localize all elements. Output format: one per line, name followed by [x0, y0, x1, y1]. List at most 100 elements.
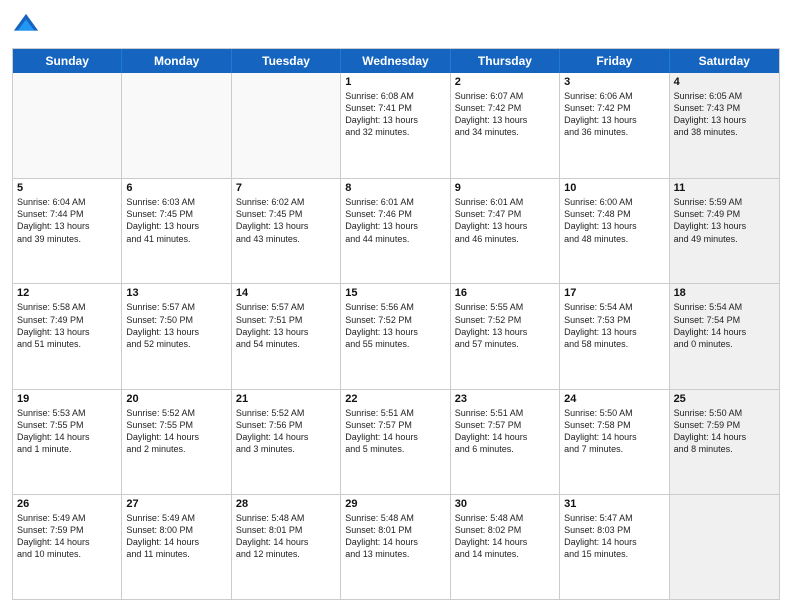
calendar-row-5: 26 Sunrise: 5:49 AM Sunset: 7:59 PM Dayli…	[13, 494, 779, 599]
day-info: Sunrise: 5:57 AM Sunset: 7:51 PM Dayligh…	[236, 301, 336, 350]
day-cell-16: 16 Sunrise: 5:55 AM Sunset: 7:52 PM Dayli…	[451, 284, 560, 388]
calendar-row-2: 5Sunrise: 6:04 AM Sunset: 7:44 PM Daylig…	[13, 178, 779, 283]
day-cell-9: 9 Sunrise: 6:01 AM Sunset: 7:47 PM Daylig…	[451, 179, 560, 283]
day-number: 16	[455, 287, 555, 299]
calendar-row-1: 1 Sunrise: 6:08 AM Sunset: 7:41 PM Daylig…	[13, 73, 779, 178]
weekday-header-tuesday: Tuesday	[232, 49, 341, 73]
calendar-body: 1 Sunrise: 6:08 AM Sunset: 7:41 PM Daylig…	[13, 73, 779, 599]
day-cell-1: 1 Sunrise: 6:08 AM Sunset: 7:41 PM Daylig…	[341, 73, 450, 178]
day-info: Sunrise: 5:57 AM Sunset: 7:50 PM Dayligh…	[126, 301, 226, 350]
weekday-header-friday: Friday	[560, 49, 669, 73]
day-cell-28: 28 Sunrise: 5:48 AM Sunset: 8:01 PM Dayli…	[232, 495, 341, 599]
day-info: Sunrise: 5:52 AM Sunset: 7:56 PM Dayligh…	[236, 407, 336, 456]
day-number: 11	[674, 182, 775, 194]
empty-cell-0-0	[13, 73, 122, 178]
day-info: Sunrise: 6:01 AM Sunset: 7:46 PM Dayligh…	[345, 196, 445, 245]
day-cell-12: 12 Sunrise: 5:58 AM Sunset: 7:49 PM Dayli…	[13, 284, 122, 388]
calendar: SundayMondayTuesdayWednesdayThursdayFrid…	[12, 48, 780, 600]
weekday-header-sunday: Sunday	[13, 49, 122, 73]
day-number: 4	[674, 76, 775, 88]
day-number: 24	[564, 393, 664, 405]
day-number: 17	[564, 287, 664, 299]
day-number: 12	[17, 287, 117, 299]
day-number: 28	[236, 498, 336, 510]
day-number: 19	[17, 393, 117, 405]
day-info: Sunrise: 6:00 AM Sunset: 7:48 PM Dayligh…	[564, 196, 664, 245]
day-number: 18	[674, 287, 775, 299]
calendar-header: SundayMondayTuesdayWednesdayThursdayFrid…	[13, 49, 779, 73]
day-info: Sunrise: 5:47 AM Sunset: 8:03 PM Dayligh…	[564, 512, 664, 561]
logo	[12, 12, 44, 40]
day-cell-25: 25 Sunrise: 5:50 AM Sunset: 7:59 PM Dayli…	[670, 390, 779, 494]
day-number: 10	[564, 182, 664, 194]
day-cell-2: 2Sunrise: 6:07 AM Sunset: 7:42 PM Daylig…	[451, 73, 560, 178]
day-info: Sunrise: 5:50 AM Sunset: 7:59 PM Dayligh…	[674, 407, 775, 456]
empty-cell-0-2	[232, 73, 341, 178]
day-info: Sunrise: 5:54 AM Sunset: 7:54 PM Dayligh…	[674, 301, 775, 350]
logo-icon	[12, 12, 40, 40]
day-info: Sunrise: 6:03 AM Sunset: 7:45 PM Dayligh…	[126, 196, 226, 245]
day-info: Sunrise: 5:51 AM Sunset: 7:57 PM Dayligh…	[345, 407, 445, 456]
day-cell-26: 26 Sunrise: 5:49 AM Sunset: 7:59 PM Dayli…	[13, 495, 122, 599]
page-header	[12, 12, 780, 40]
day-cell-23: 23 Sunrise: 5:51 AM Sunset: 7:57 PM Dayli…	[451, 390, 560, 494]
day-info: Sunrise: 5:55 AM Sunset: 7:52 PM Dayligh…	[455, 301, 555, 350]
day-info: Sunrise: 5:51 AM Sunset: 7:57 PM Dayligh…	[455, 407, 555, 456]
calendar-page: SundayMondayTuesdayWednesdayThursdayFrid…	[0, 0, 792, 612]
day-number: 30	[455, 498, 555, 510]
day-info: Sunrise: 5:56 AM Sunset: 7:52 PM Dayligh…	[345, 301, 445, 350]
day-info: Sunrise: 6:01 AM Sunset: 7:47 PM Dayligh…	[455, 196, 555, 245]
weekday-header-monday: Monday	[122, 49, 231, 73]
day-number: 21	[236, 393, 336, 405]
day-number: 20	[126, 393, 226, 405]
day-info: Sunrise: 5:49 AM Sunset: 8:00 PM Dayligh…	[126, 512, 226, 561]
day-cell-15: 15Sunrise: 5:56 AM Sunset: 7:52 PM Dayli…	[341, 284, 450, 388]
day-number: 29	[345, 498, 445, 510]
day-info: Sunrise: 5:48 AM Sunset: 8:02 PM Dayligh…	[455, 512, 555, 561]
day-info: Sunrise: 6:08 AM Sunset: 7:41 PM Dayligh…	[345, 90, 445, 139]
weekday-header-thursday: Thursday	[451, 49, 560, 73]
day-cell-22: 22 Sunrise: 5:51 AM Sunset: 7:57 PM Dayli…	[341, 390, 450, 494]
day-info: Sunrise: 6:02 AM Sunset: 7:45 PM Dayligh…	[236, 196, 336, 245]
day-info: Sunrise: 5:48 AM Sunset: 8:01 PM Dayligh…	[236, 512, 336, 561]
day-cell-5: 5Sunrise: 6:04 AM Sunset: 7:44 PM Daylig…	[13, 179, 122, 283]
day-cell-18: 18 Sunrise: 5:54 AM Sunset: 7:54 PM Dayli…	[670, 284, 779, 388]
day-number: 14	[236, 287, 336, 299]
day-cell-10: 10 Sunrise: 6:00 AM Sunset: 7:48 PM Dayli…	[560, 179, 669, 283]
day-number: 22	[345, 393, 445, 405]
day-number: 27	[126, 498, 226, 510]
day-number: 7	[236, 182, 336, 194]
day-cell-31: 31Sunrise: 5:47 AM Sunset: 8:03 PM Dayli…	[560, 495, 669, 599]
day-cell-14: 14 Sunrise: 5:57 AM Sunset: 7:51 PM Dayli…	[232, 284, 341, 388]
day-number: 8	[345, 182, 445, 194]
empty-cell-0-1	[122, 73, 231, 178]
day-info: Sunrise: 5:52 AM Sunset: 7:55 PM Dayligh…	[126, 407, 226, 456]
day-number: 26	[17, 498, 117, 510]
calendar-row-3: 12 Sunrise: 5:58 AM Sunset: 7:49 PM Dayli…	[13, 283, 779, 388]
day-cell-6: 6 Sunrise: 6:03 AM Sunset: 7:45 PM Daylig…	[122, 179, 231, 283]
day-number: 6	[126, 182, 226, 194]
day-cell-13: 13Sunrise: 5:57 AM Sunset: 7:50 PM Dayli…	[122, 284, 231, 388]
day-cell-3: 3Sunrise: 6:06 AM Sunset: 7:42 PM Daylig…	[560, 73, 669, 178]
day-cell-27: 27 Sunrise: 5:49 AM Sunset: 8:00 PM Dayli…	[122, 495, 231, 599]
day-number: 23	[455, 393, 555, 405]
day-info: Sunrise: 6:06 AM Sunset: 7:42 PM Dayligh…	[564, 90, 664, 139]
day-number: 1	[345, 76, 445, 88]
day-cell-24: 24Sunrise: 5:50 AM Sunset: 7:58 PM Dayli…	[560, 390, 669, 494]
day-info: Sunrise: 5:49 AM Sunset: 7:59 PM Dayligh…	[17, 512, 117, 561]
day-cell-8: 8 Sunrise: 6:01 AM Sunset: 7:46 PM Daylig…	[341, 179, 450, 283]
day-info: Sunrise: 5:54 AM Sunset: 7:53 PM Dayligh…	[564, 301, 664, 350]
day-number: 5	[17, 182, 117, 194]
day-cell-21: 21 Sunrise: 5:52 AM Sunset: 7:56 PM Dayli…	[232, 390, 341, 494]
day-number: 25	[674, 393, 775, 405]
day-cell-29: 29Sunrise: 5:48 AM Sunset: 8:01 PM Dayli…	[341, 495, 450, 599]
day-info: Sunrise: 6:07 AM Sunset: 7:42 PM Dayligh…	[455, 90, 555, 139]
day-cell-11: 11Sunrise: 5:59 AM Sunset: 7:49 PM Dayli…	[670, 179, 779, 283]
weekday-header-saturday: Saturday	[670, 49, 779, 73]
day-info: Sunrise: 5:58 AM Sunset: 7:49 PM Dayligh…	[17, 301, 117, 350]
day-cell-7: 7 Sunrise: 6:02 AM Sunset: 7:45 PM Daylig…	[232, 179, 341, 283]
day-cell-19: 19Sunrise: 5:53 AM Sunset: 7:55 PM Dayli…	[13, 390, 122, 494]
calendar-row-4: 19Sunrise: 5:53 AM Sunset: 7:55 PM Dayli…	[13, 389, 779, 494]
day-number: 9	[455, 182, 555, 194]
day-info: Sunrise: 6:05 AM Sunset: 7:43 PM Dayligh…	[674, 90, 775, 139]
